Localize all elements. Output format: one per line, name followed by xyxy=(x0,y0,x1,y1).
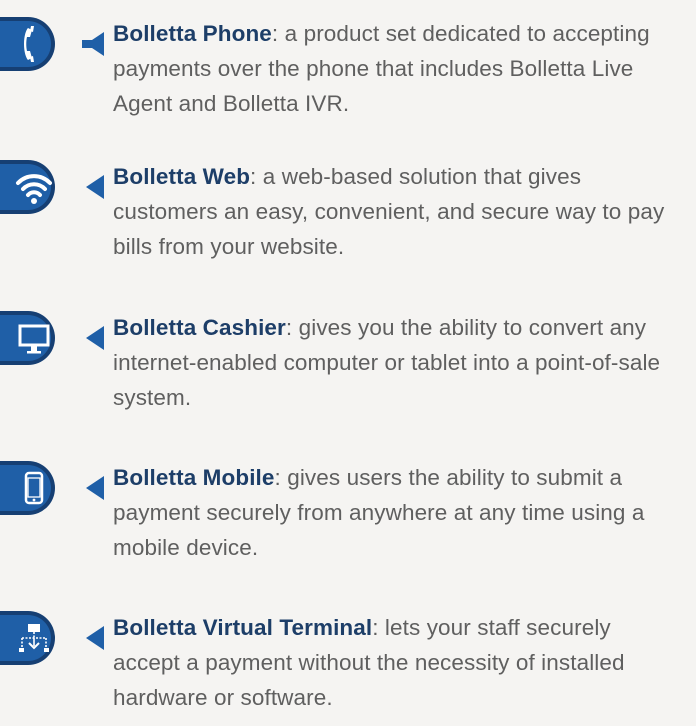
smartphone-badge xyxy=(0,460,118,516)
item-text: Bolletta Cashier: gives you the ability … xyxy=(113,310,683,415)
arrow-right-icon xyxy=(86,326,104,350)
monitor-badge xyxy=(0,310,118,366)
item-text: Bolletta Mobile: gives users the ability… xyxy=(113,460,683,565)
network-terminal-badge xyxy=(0,610,118,666)
phone-icon xyxy=(24,26,34,62)
arrow-right-icon xyxy=(86,626,104,650)
wifi-icon xyxy=(16,174,52,204)
network-terminal-icon xyxy=(19,624,49,652)
item-title: Bolletta Web xyxy=(113,164,251,189)
monitor-icon xyxy=(18,324,50,354)
item-title: Bolletta Mobile xyxy=(113,465,275,490)
item-title: Bolletta Cashier xyxy=(113,315,286,340)
item-text: Bolletta Virtual Terminal: lets your sta… xyxy=(113,610,683,715)
item-title: Bolletta Phone xyxy=(113,21,272,46)
item-text: Bolletta Phone: a product set dedicated … xyxy=(113,16,683,121)
smartphone-icon xyxy=(24,471,44,505)
item-text: Bolletta Web: a web-based solution that … xyxy=(113,159,683,264)
item-title: Bolletta Virtual Terminal xyxy=(113,615,373,640)
arrow-right-icon xyxy=(86,476,104,500)
phone-badge xyxy=(0,16,118,72)
wifi-badge xyxy=(0,159,118,215)
arrow-right-icon xyxy=(86,175,104,199)
